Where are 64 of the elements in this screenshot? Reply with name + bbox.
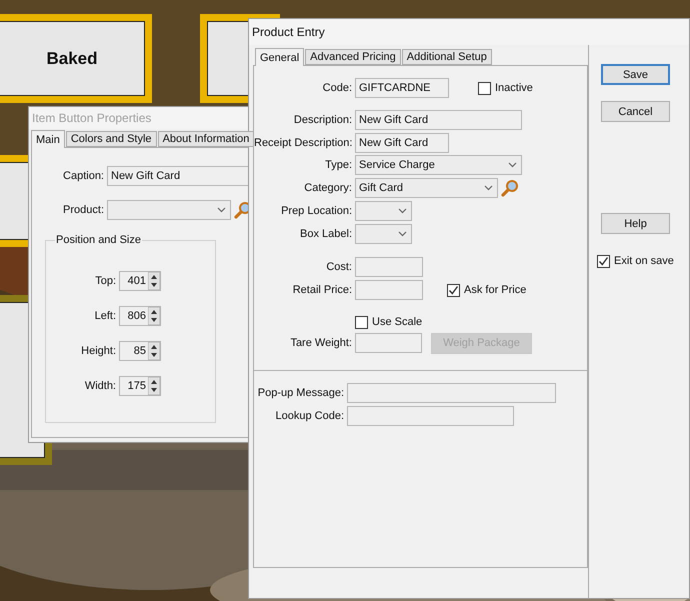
checkbox-label: Exit on save xyxy=(614,255,674,267)
description-field[interactable]: New Gift Card xyxy=(355,110,522,130)
cost-field[interactable] xyxy=(355,257,423,277)
spin-field[interactable]: 85 xyxy=(119,341,161,361)
field-label: Pop-up Message: xyxy=(256,387,344,399)
dropdown-caret-icon[interactable] xyxy=(398,231,407,237)
spin-field[interactable]: 806 xyxy=(119,306,161,326)
tab[interactable]: About Information xyxy=(158,131,254,147)
spin-field[interactable]: 401 xyxy=(119,271,161,291)
window-title: Item Button Properties xyxy=(32,111,152,125)
field-label: Height: xyxy=(80,345,116,357)
field-label: Description: xyxy=(292,114,352,126)
field-label: Top: xyxy=(94,275,116,287)
field-label: Code: xyxy=(322,82,352,94)
tare-weight-field[interactable] xyxy=(355,333,422,353)
field-label: Caption: xyxy=(62,170,104,182)
code-field[interactable]: GIFTCARDNE xyxy=(355,78,449,98)
retail-price-field[interactable] xyxy=(355,280,423,300)
dropdown-caret-icon[interactable] xyxy=(217,207,226,213)
tab[interactable]: Main xyxy=(31,130,65,148)
field-label: Category: xyxy=(303,182,352,194)
checkbox[interactable] xyxy=(597,254,610,268)
tab[interactable]: Advanced Pricing xyxy=(305,49,401,65)
tab[interactable]: General xyxy=(255,48,304,66)
spin-field[interactable]: 175 xyxy=(119,376,161,396)
category-dropdown[interactable]: Gift Card xyxy=(355,178,498,198)
search-icon[interactable] xyxy=(501,179,519,197)
dropdown-caret-icon[interactable] xyxy=(398,208,407,214)
tab[interactable]: Colors and Style xyxy=(66,131,157,147)
spin-arrows-icon[interactable] xyxy=(148,307,160,325)
receipt-description-field[interactable]: New Gift Card xyxy=(355,133,449,153)
tile-label: Baked xyxy=(46,48,98,68)
checkbox-label: Ask for Price xyxy=(464,284,526,296)
spin-arrows-icon[interactable] xyxy=(148,342,160,360)
dropdown-caret-icon[interactable] xyxy=(484,185,493,191)
field-label: Tare Weight: xyxy=(289,337,352,349)
checkbox[interactable] xyxy=(355,316,368,328)
group-title: Position and Size xyxy=(55,234,142,246)
field-label: Retail Price: xyxy=(292,284,352,296)
field-label: Box Label: xyxy=(299,228,352,240)
type-dropdown[interactable]: Service Charge xyxy=(355,155,522,175)
field-label: Type: xyxy=(324,159,352,171)
checkbox-label: Inactive xyxy=(495,82,533,94)
tab[interactable]: Additional Setup xyxy=(402,49,492,65)
field-label: Width: xyxy=(84,380,116,392)
field-label: Cost: xyxy=(325,261,352,273)
lookup-code-field[interactable] xyxy=(347,406,514,426)
field-label: Lookup Code: xyxy=(274,410,344,422)
dialog-button[interactable]: Save xyxy=(601,64,670,85)
field-label: Receipt Description: xyxy=(254,137,352,149)
spin-arrows-icon[interactable] xyxy=(148,377,160,395)
dialog-button[interactable]: Help xyxy=(601,213,670,234)
field-label: Product: xyxy=(62,204,104,216)
checkbox[interactable] xyxy=(478,82,491,94)
spin-arrows-icon[interactable] xyxy=(148,272,160,290)
dropdown-caret-icon[interactable] xyxy=(508,162,517,168)
checkbox[interactable] xyxy=(447,284,460,296)
field-label: Left: xyxy=(94,310,116,322)
window-title: Product Entry xyxy=(252,25,325,39)
menu-tile[interactable]: Baked xyxy=(0,14,152,103)
dialog-button[interactable]: Cancel xyxy=(601,101,670,122)
popup-message-field[interactable] xyxy=(347,383,556,403)
field-label: Prep Location: xyxy=(280,205,352,217)
checkbox-label: Use Scale xyxy=(372,316,422,328)
